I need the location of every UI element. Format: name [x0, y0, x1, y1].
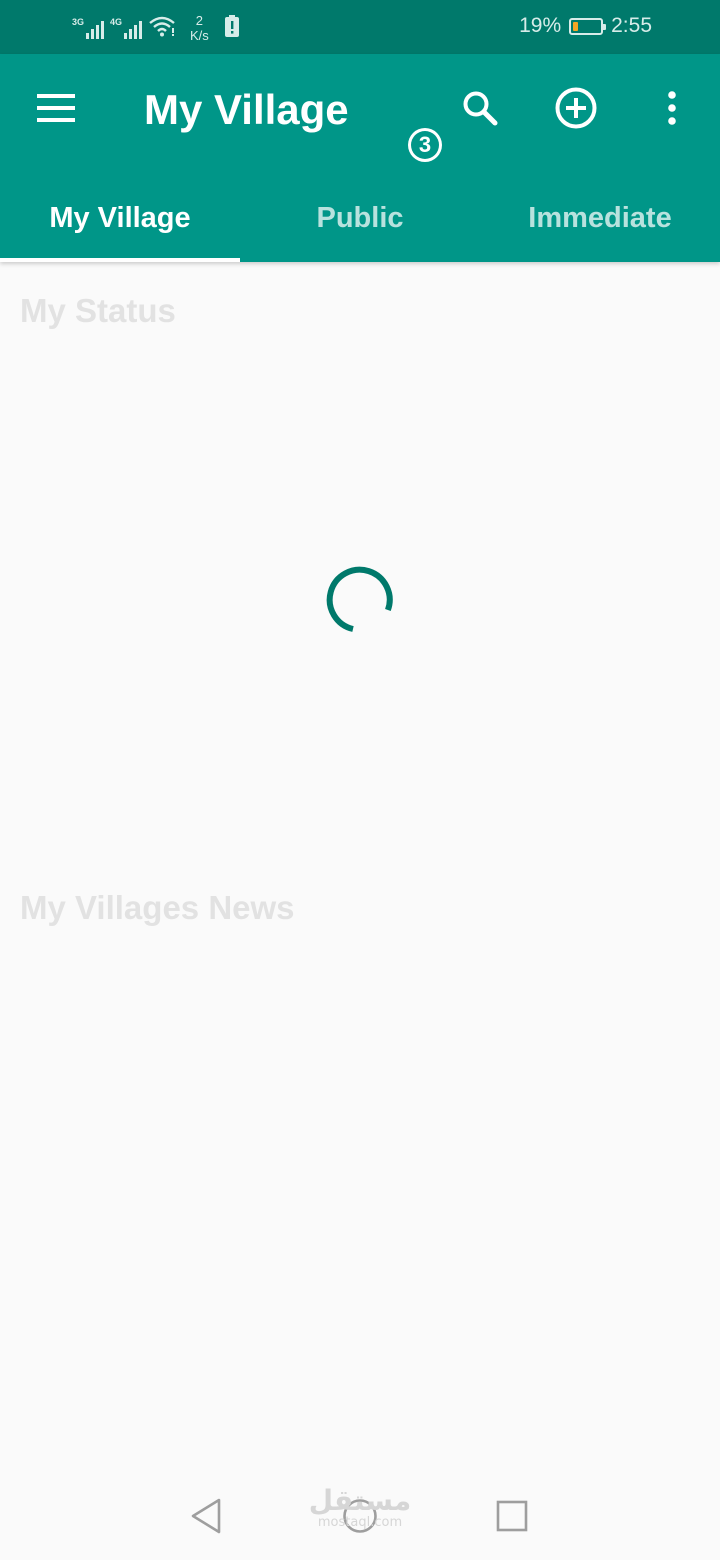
add-circle-icon	[555, 87, 597, 134]
nav-recents-button[interactable]	[484, 1490, 540, 1546]
search-button[interactable]	[452, 82, 508, 138]
app-bar: My Village My Village Public Immediate	[0, 54, 720, 262]
tab-my-village[interactable]: My Village	[0, 174, 240, 262]
network-type-2: 4G	[110, 17, 123, 27]
menu-button[interactable]	[28, 82, 84, 138]
page-title: My Village	[144, 86, 349, 133]
signal-4g-icon: 4G	[110, 17, 142, 39]
loading-spinner	[326, 566, 394, 634]
battery-percent: 19%	[519, 14, 562, 37]
add-button[interactable]	[548, 82, 604, 138]
tab-public[interactable]: Public	[240, 174, 480, 262]
wifi-icon	[148, 15, 176, 42]
nav-back-button[interactable]	[178, 1490, 234, 1546]
more-vert-icon	[667, 90, 677, 130]
my-status-heading: My Status	[20, 292, 176, 329]
back-triangle-icon	[190, 1498, 222, 1539]
battery-icon	[569, 17, 607, 35]
tab-label: Public	[316, 201, 404, 234]
signal-3g-icon: 3G	[72, 17, 104, 39]
status-bar-left: 3G 4G 2 K/s	[72, 8, 239, 48]
search-icon	[461, 89, 499, 132]
battery-level	[573, 21, 579, 31]
clock: 2:55	[611, 14, 652, 37]
tab-bar: My Village Public Immediate	[0, 174, 720, 262]
toolbar: My Village	[0, 54, 720, 166]
tab-label: My Village	[49, 201, 191, 234]
badge-count: 3	[411, 131, 439, 159]
status-bar-right: 19% 2:55	[519, 14, 652, 38]
my-villages-news-heading: My Villages News	[20, 889, 295, 926]
tab-indicator	[0, 258, 240, 262]
tab-immediate[interactable]: Immediate	[480, 174, 720, 262]
network-type-1: 3G	[72, 17, 85, 27]
battery-alert-icon	[224, 14, 239, 42]
watermark-arabic: مستقل	[308, 1484, 412, 1517]
status-bar: 3G 4G 2 K/s 19% 2:55	[0, 0, 720, 54]
hamburger-menu-icon	[37, 93, 75, 127]
public-tab-badge: 3	[408, 128, 442, 162]
network-speed: 2 K/s	[190, 13, 209, 43]
network-speed-unit: K/s	[190, 28, 209, 43]
more-options-button[interactable]	[644, 82, 700, 138]
recents-square-icon	[496, 1500, 528, 1537]
watermark-latin: mostaql.com	[317, 1515, 403, 1530]
system-nav-bar: مستقل mostaql.com	[0, 1476, 720, 1560]
network-speed-value: 2	[195, 13, 204, 28]
tab-label: Immediate	[528, 201, 672, 234]
watermark: مستقل mostaql.com	[300, 1486, 420, 1530]
